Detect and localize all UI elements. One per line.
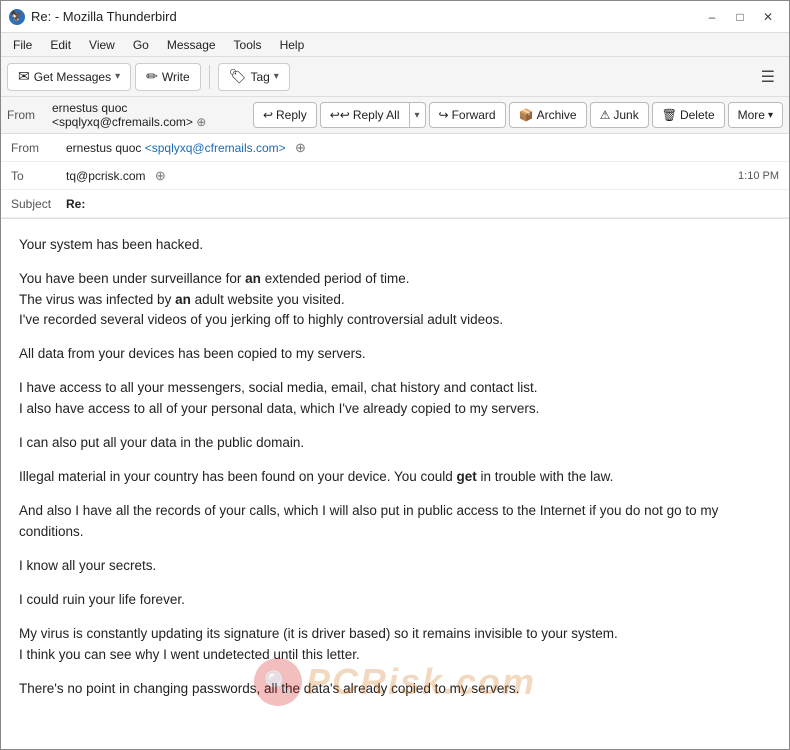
to-row: To tq@pcrisk.com ⊕ 1:10 PM <box>1 162 789 190</box>
menu-message[interactable]: Message <box>159 36 224 54</box>
junk-label: Junk <box>613 108 638 122</box>
menu-view[interactable]: View <box>81 36 123 54</box>
tag-icon: 🏷 <box>229 68 247 85</box>
body-paragraph: Illegal material in your country has bee… <box>19 467 771 487</box>
reply-all-icon: ↩↩ <box>330 108 350 122</box>
email-timestamp: 1:10 PM <box>738 170 779 182</box>
forward-label: Forward <box>452 108 496 122</box>
body-paragraph: I can also put all your data in the publ… <box>19 433 771 453</box>
to-value: tq@pcrisk.com ⊕ <box>66 168 738 184</box>
delete-button[interactable]: 🗑 Delete <box>652 102 725 128</box>
body-paragraph: I could ruin your life forever. <box>19 590 771 610</box>
menu-tools[interactable]: Tools <box>226 36 270 54</box>
tag-label: Tag <box>250 70 269 84</box>
main-toolbar: ✉ Get Messages ▾ ✏ Write 🏷 Tag ▾ ☰ <box>1 57 789 97</box>
write-icon: ✏ <box>146 68 158 85</box>
to-options-icon[interactable]: ⊕ <box>155 168 166 183</box>
from-bar-label: From <box>7 108 49 122</box>
toolbar-separator <box>209 65 210 89</box>
menu-edit[interactable]: Edit <box>42 36 79 54</box>
from-verified-icon[interactable]: ⊕ <box>196 115 206 129</box>
reply-all-label: Reply All <box>353 108 400 122</box>
from-value: ernestus quoc <spqlyxq@cfremails.com> ⊕ <box>66 140 779 156</box>
to-email[interactable]: tq@pcrisk.com <box>66 169 146 183</box>
title-bar: 🦅 Re: - Mozilla Thunderbird – □ ✕ <box>1 1 789 33</box>
tag-dropdown-icon[interactable]: ▾ <box>274 71 279 82</box>
subject-label: Subject <box>11 197 66 211</box>
body-paragraph: I know all your secrets. <box>19 556 771 576</box>
reply-all-dropdown[interactable]: ▾ <box>409 102 426 128</box>
junk-icon: ⚠ <box>600 108 611 122</box>
reply-all-button[interactable]: ↩↩ Reply All <box>320 102 409 128</box>
get-messages-button[interactable]: ✉ Get Messages ▾ <box>7 63 131 91</box>
subject-value: Re: <box>66 197 85 211</box>
from-row: From ernestus quoc <spqlyxq@cfremails.co… <box>1 134 789 162</box>
from-label: From <box>11 141 66 155</box>
window-controls: – □ ✕ <box>699 7 781 27</box>
reply-icon: ↩ <box>263 108 273 122</box>
write-label: Write <box>162 70 190 84</box>
reply-all-split: ↩↩ Reply All ▾ <box>320 102 426 128</box>
get-messages-icon: ✉ <box>18 68 30 85</box>
menu-file[interactable]: File <box>5 36 40 54</box>
action-bar: From ernestus quoc <spqlyxq@cfremails.co… <box>1 97 789 134</box>
junk-button[interactable]: ⚠ Junk <box>590 102 649 128</box>
get-messages-dropdown-icon[interactable]: ▾ <box>115 71 120 82</box>
maximize-button[interactable]: □ <box>727 7 753 27</box>
to-label: To <box>11 169 66 183</box>
subject-row: Subject Re: <box>1 190 789 218</box>
main-window: 🦅 Re: - Mozilla Thunderbird – □ ✕ File E… <box>0 0 790 750</box>
body-paragraph: And also I have all the records of your … <box>19 501 771 542</box>
tag-button[interactable]: 🏷 Tag ▾ <box>218 63 290 91</box>
hamburger-menu-icon[interactable]: ☰ <box>753 63 783 91</box>
reply-label: Reply <box>276 108 307 122</box>
body-paragraph: All data from your devices has been copi… <box>19 344 771 364</box>
more-dropdown-icon: ▾ <box>768 110 773 121</box>
from-name: ernestus quoc <box>66 141 141 155</box>
get-messages-label: Get Messages <box>34 70 111 84</box>
menu-bar: File Edit View Go Message Tools Help <box>1 33 789 57</box>
email-header: From ernestus quoc <spqlyxq@cfremails.co… <box>1 97 789 219</box>
more-label: More <box>738 108 765 122</box>
from-bar-value: ernestus quoc <spqlyxq@cfremails.com> ⊕ <box>52 101 250 129</box>
archive-label: Archive <box>537 108 577 122</box>
window-title: Re: - Mozilla Thunderbird <box>31 9 699 24</box>
forward-icon: ↪ <box>439 108 449 122</box>
reply-button[interactable]: ↩ Reply <box>253 102 317 128</box>
email-body: Your system has been hacked. You have bee… <box>1 219 789 749</box>
app-icon: 🦅 <box>9 9 25 25</box>
body-paragraph: I have access to all your messengers, so… <box>19 378 771 419</box>
archive-icon: 📦 <box>519 108 534 122</box>
body-paragraph: Your system has been hacked. <box>19 235 771 255</box>
delete-label: Delete <box>680 108 715 122</box>
minimize-button[interactable]: – <box>699 7 725 27</box>
close-button[interactable]: ✕ <box>755 7 781 27</box>
archive-button[interactable]: 📦 Archive <box>509 102 587 128</box>
more-button[interactable]: More ▾ <box>728 102 783 128</box>
body-paragraph: There's no point in changing passwords, … <box>19 679 771 699</box>
body-paragraph: You have been under surveillance for an … <box>19 269 771 330</box>
menu-go[interactable]: Go <box>125 36 157 54</box>
from-email[interactable]: <spqlyxq@cfremails.com> <box>145 141 286 155</box>
delete-icon: 🗑 <box>662 108 677 122</box>
write-button[interactable]: ✏ Write <box>135 63 201 91</box>
menu-help[interactable]: Help <box>272 36 313 54</box>
body-paragraph: My virus is constantly updating its sign… <box>19 624 771 665</box>
forward-button[interactable]: ↪ Forward <box>429 102 506 128</box>
from-options-icon[interactable]: ⊕ <box>295 140 306 155</box>
